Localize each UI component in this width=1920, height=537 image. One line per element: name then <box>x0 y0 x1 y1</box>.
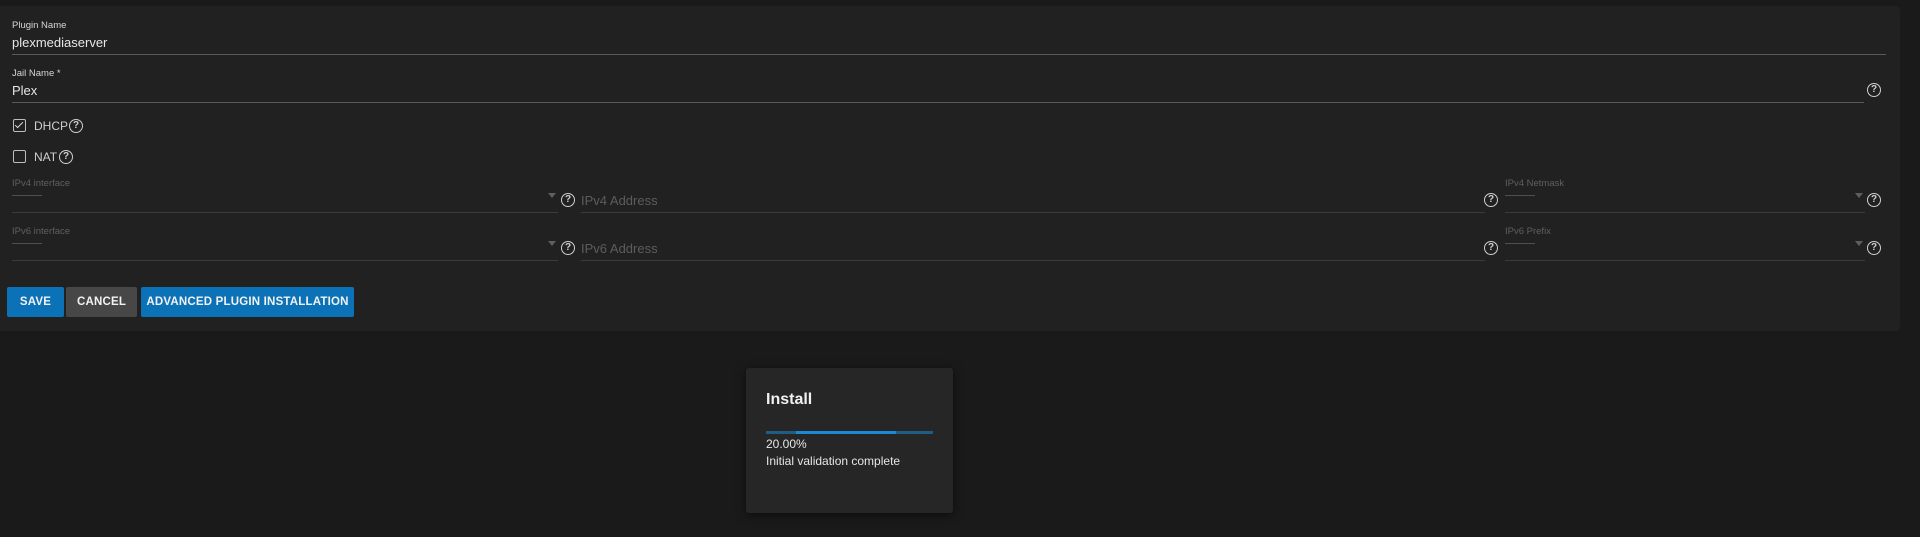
nat-label: NAT <box>34 150 58 164</box>
ipv6-interface-value <box>12 243 42 244</box>
ipv4-address-placeholder: IPv4 Address <box>581 193 658 208</box>
ipv6-prefix-select[interactable]: IPv6 Prefix <box>1505 226 1865 264</box>
ipv6-address-input[interactable]: IPv6 Address <box>581 226 1485 264</box>
ipv6-interface-help-icon[interactable]: ? <box>561 241 575 255</box>
ipv4-netmask-select[interactable]: IPv4 Netmask <box>1505 178 1865 216</box>
ipv4-netmask-underline <box>1505 212 1865 213</box>
chevron-down-icon <box>1855 193 1863 198</box>
ipv4-interface-label: IPv4 interface <box>12 178 71 189</box>
dialog-title: Install <box>766 391 813 408</box>
plugin-name-underline <box>12 54 1886 55</box>
ipv4-interface-underline <box>12 212 558 213</box>
plugin-name-value: plexmediaserver <box>12 35 108 50</box>
ipv6-address-help-icon[interactable]: ? <box>1484 241 1498 255</box>
ipv6-interface-underline <box>12 260 558 261</box>
plugin-install-form: Plugin Name plexmediaserver Jail Name * … <box>0 6 1900 331</box>
dhcp-checkbox-row[interactable]: DHCP <box>13 118 103 134</box>
check-icon <box>14 119 24 129</box>
ipv4-address-help-icon[interactable]: ? <box>1484 193 1498 207</box>
ipv4-interface-value <box>12 195 42 196</box>
ipv6-prefix-value <box>1505 243 1535 244</box>
install-dialog: Install 20.00% Initial validation comple… <box>746 368 953 513</box>
ipv4-interface-help-icon[interactable]: ? <box>561 193 575 207</box>
ipv6-prefix-underline <box>1505 260 1865 261</box>
chevron-down-icon <box>1855 241 1863 246</box>
ipv4-interface-select[interactable]: IPv4 interface <box>12 178 558 216</box>
ipv6-address-placeholder: IPv6 Address <box>581 241 658 256</box>
ipv6-interface-select[interactable]: IPv6 interface <box>12 226 558 264</box>
ipv6-interface-label: IPv6 interface <box>12 226 71 237</box>
progress-status: Initial validation complete <box>766 454 901 468</box>
ipv4-address-input[interactable]: IPv4 Address <box>581 178 1485 216</box>
nat-checkbox[interactable] <box>13 150 26 163</box>
ipv6-address-underline <box>581 260 1485 261</box>
chevron-down-icon <box>548 193 556 198</box>
jail-name-help-icon[interactable]: ? <box>1867 83 1881 97</box>
plugin-name-label: Plugin Name <box>12 20 67 31</box>
cancel-button[interactable]: CANCEL <box>66 287 137 317</box>
save-button[interactable]: SAVE <box>7 287 64 317</box>
install-progress-bar <box>766 431 933 434</box>
dhcp-checkbox[interactable] <box>13 119 26 132</box>
progress-percent: 20.00% <box>766 437 807 451</box>
dhcp-help-icon[interactable]: ? <box>69 119 83 133</box>
ipv6-prefix-label: IPv6 Prefix <box>1505 226 1551 237</box>
ipv4-netmask-help-icon[interactable]: ? <box>1867 193 1881 207</box>
ipv6-prefix-help-icon[interactable]: ? <box>1867 241 1881 255</box>
dhcp-label: DHCP <box>34 119 69 133</box>
jail-name-label: Jail Name * <box>12 68 61 79</box>
chevron-down-icon <box>548 241 556 246</box>
ipv4-netmask-value <box>1505 195 1535 196</box>
jail-name-value: Plex <box>12 83 38 98</box>
jail-name-field[interactable]: Jail Name * Plex <box>12 68 1864 106</box>
nat-help-icon[interactable]: ? <box>59 150 73 164</box>
progress-buffer <box>796 431 897 434</box>
advanced-plugin-installation-button[interactable]: ADVANCED PLUGIN INSTALLATION <box>141 287 354 317</box>
ipv4-address-underline <box>581 212 1485 213</box>
jail-name-underline <box>12 102 1864 103</box>
ipv4-netmask-label: IPv4 Netmask <box>1505 178 1565 189</box>
plugin-name-field[interactable]: Plugin Name plexmediaserver <box>12 20 1886 58</box>
